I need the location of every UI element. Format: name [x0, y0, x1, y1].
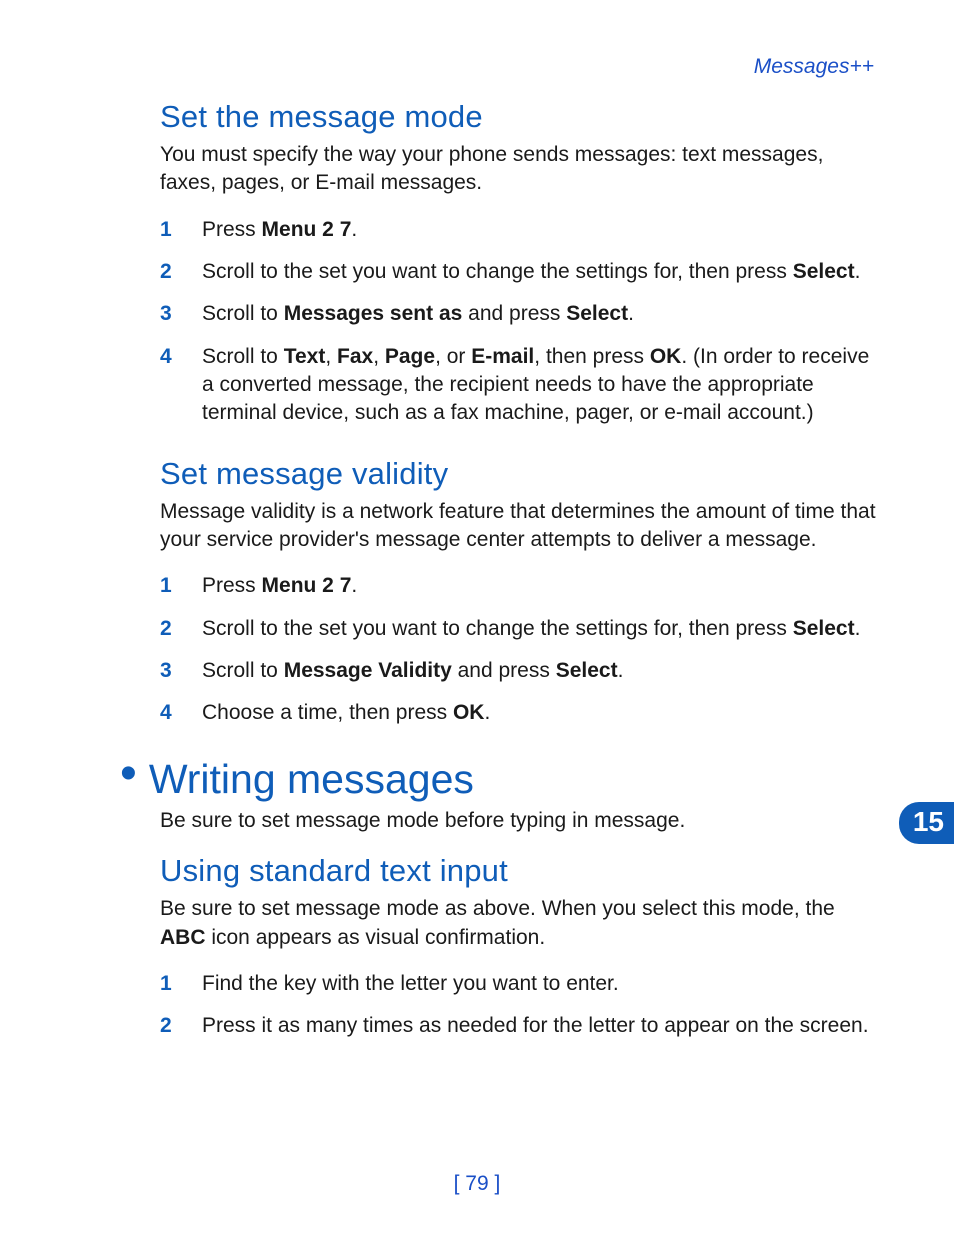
- list-item: 3 Scroll to Messages sent as and press S…: [160, 300, 884, 328]
- step-number: 4: [160, 699, 202, 727]
- step-text: Find the key with the letter you want to…: [202, 970, 884, 998]
- step-number: 3: [160, 657, 202, 685]
- list-item: 2 Scroll to the set you want to change t…: [160, 258, 884, 286]
- step-number: 2: [160, 1012, 202, 1040]
- intro-writing-messages: Be sure to set message mode before typin…: [160, 807, 884, 835]
- list-item: 2 Scroll to the set you want to change t…: [160, 615, 884, 643]
- list-item: 1 Press Menu 2 7.: [160, 572, 884, 600]
- heading-set-message-validity: Set message validity: [160, 456, 884, 492]
- step-number: 4: [160, 343, 202, 428]
- step-text: Press Menu 2 7.: [202, 572, 884, 600]
- intro-set-message-validity: Message validity is a network feature th…: [160, 498, 884, 555]
- steps-set-message-mode: 1 Press Menu 2 7. 2 Scroll to the set yo…: [160, 216, 884, 428]
- intro-set-message-mode: You must specify the way your phone send…: [160, 141, 884, 198]
- step-number: 1: [160, 216, 202, 244]
- list-item: 4 Scroll to Text, Fax, Page, or E-mail, …: [160, 343, 884, 428]
- step-text: Scroll to Messages sent as and press Sel…: [202, 300, 884, 328]
- step-text: Scroll to Text, Fax, Page, or E-mail, th…: [202, 343, 884, 428]
- step-text: Press Menu 2 7.: [202, 216, 884, 244]
- page-number: [ 79 ]: [0, 1172, 954, 1196]
- major-section-writing: • Writing messages: [120, 756, 884, 803]
- step-number: 1: [160, 572, 202, 600]
- steps-standard-input: 1 Find the key with the letter you want …: [160, 970, 884, 1041]
- step-text: Press it as many times as needed for the…: [202, 1012, 884, 1040]
- page-content: Messages++ Set the message mode You must…: [0, 0, 954, 1041]
- heading-standard-input: Using standard text input: [160, 853, 884, 889]
- step-text: Choose a time, then press OK.: [202, 699, 884, 727]
- list-item: 4 Choose a time, then press OK.: [160, 699, 884, 727]
- step-number: 3: [160, 300, 202, 328]
- heading-set-message-mode: Set the message mode: [160, 99, 884, 135]
- step-number: 2: [160, 615, 202, 643]
- list-item: 1 Press Menu 2 7.: [160, 216, 884, 244]
- list-item: 1 Find the key with the letter you want …: [160, 970, 884, 998]
- chapter-tab: 15: [899, 802, 954, 844]
- heading-writing-messages: Writing messages: [149, 756, 474, 803]
- list-item: 2 Press it as many times as needed for t…: [160, 1012, 884, 1040]
- step-text: Scroll to Message Validity and press Sel…: [202, 657, 884, 685]
- running-header: Messages++: [160, 55, 884, 79]
- step-text: Scroll to the set you want to change the…: [202, 615, 884, 643]
- list-item: 3 Scroll to Message Validity and press S…: [160, 657, 884, 685]
- step-number: 2: [160, 258, 202, 286]
- steps-set-message-validity: 1 Press Menu 2 7. 2 Scroll to the set yo…: [160, 572, 884, 727]
- step-number: 1: [160, 970, 202, 998]
- intro-standard-input: Be sure to set message mode as above. Wh…: [160, 895, 884, 952]
- step-text: Scroll to the set you want to change the…: [202, 258, 884, 286]
